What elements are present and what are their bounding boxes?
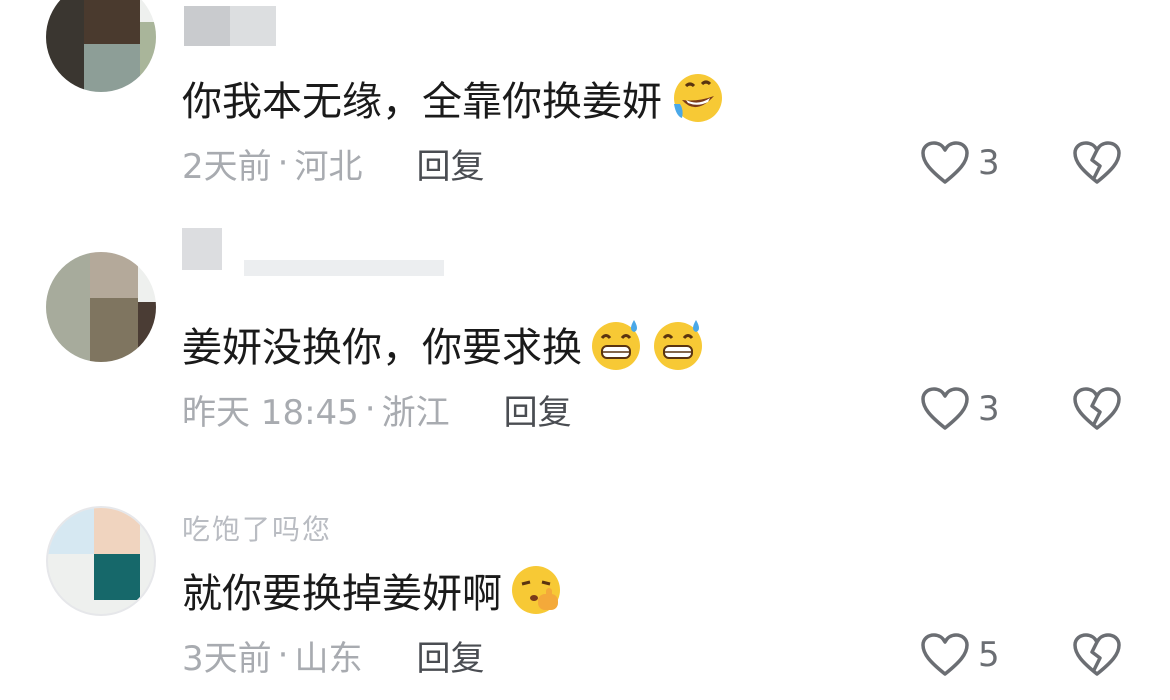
comment-time: 昨天 18:45 (182, 392, 359, 433)
comment-content: 你我本无缘，全靠你换姜妍 (182, 79, 662, 125)
comment-content: 就你要换掉姜妍啊 (182, 571, 502, 617)
comment-text: 你我本无缘，全靠你换姜妍 (182, 70, 724, 126)
username[interactable]: 吃饱了吗您 (182, 508, 332, 548)
comment-time: 3天前 (182, 638, 272, 679)
avatar[interactable] (46, 252, 156, 362)
avatar[interactable] (46, 0, 156, 92)
comment-content: 姜妍没换你，你要求换 (182, 325, 582, 371)
dislike-button[interactable] (1072, 386, 1122, 436)
like-button[interactable]: 5 (920, 630, 1000, 680)
comment-location: 山东 (294, 638, 363, 679)
heart-icon (921, 387, 969, 430)
heart-icon (921, 141, 969, 184)
grinning-sweat-emoji (654, 320, 702, 370)
comment-meta: 3天前 · 山东 回复 (182, 630, 484, 680)
dislike-button[interactable] (1072, 140, 1122, 190)
comment-text: 姜妍没换你，你要求换 (182, 316, 706, 372)
comment-item: 你我本无缘，全靠你换姜妍 2天前 · 河北 回复 3 (0, 0, 1170, 230)
comment-text: 就你要换掉姜妍啊 (182, 562, 564, 618)
comment-meta: 昨天 18:45 · 浙江 回复 (182, 384, 572, 434)
broken-heart-icon (1073, 141, 1121, 184)
reply-button[interactable]: 回复 (416, 631, 484, 680)
comment-item: 吃饱了吗您 就你要换掉姜妍啊 3天前 · 山东 回复 5 (0, 470, 1170, 700)
reply-button[interactable]: 回复 (504, 385, 572, 434)
avatar[interactable] (46, 506, 156, 616)
meta-separator: · (277, 635, 289, 675)
heart-icon (921, 633, 969, 676)
like-count: 3 (978, 143, 1000, 183)
shushing-face-emoji (512, 566, 560, 614)
broken-heart-icon (1073, 387, 1121, 430)
broken-heart-icon (1073, 633, 1121, 676)
dislike-button[interactable] (1072, 632, 1122, 682)
like-count: 5 (978, 635, 1000, 675)
like-count: 3 (978, 389, 1000, 429)
comment-time: 2天前 (182, 146, 272, 187)
comment-location: 河北 (294, 146, 363, 187)
rolling-laughing-emoji (674, 74, 722, 122)
comment-item: 姜妍没换你，你要求换 昨天 18:45 · 浙江 回复 3 (0, 228, 1170, 470)
reply-button[interactable]: 回复 (416, 139, 484, 188)
comment-location: 浙江 (381, 392, 450, 433)
comment-meta: 2天前 · 河北 回复 (182, 138, 484, 188)
like-button[interactable]: 3 (920, 138, 1000, 188)
grinning-sweat-emoji (592, 320, 640, 370)
meta-separator: · (364, 389, 376, 429)
like-button[interactable]: 3 (920, 384, 1000, 434)
meta-separator: · (277, 143, 289, 183)
